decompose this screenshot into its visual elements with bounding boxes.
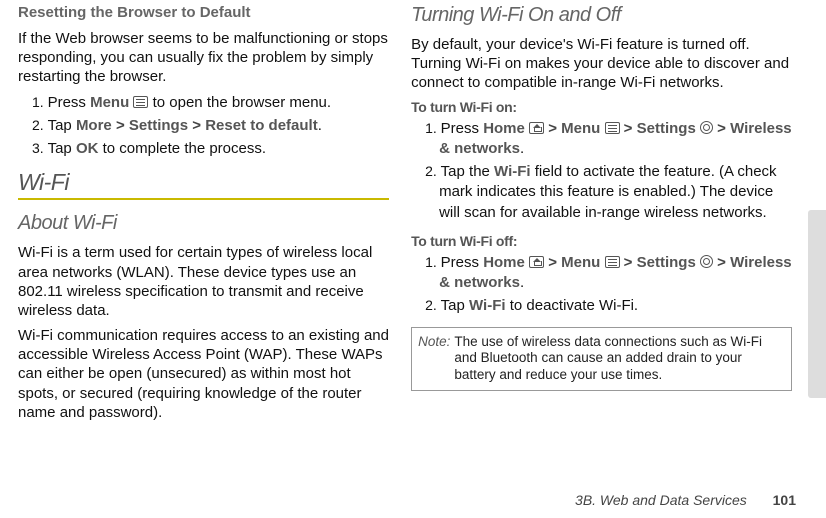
text: Tap — [441, 297, 469, 314]
ui-menu: Menu — [561, 120, 600, 137]
menu-icon — [133, 96, 148, 108]
left-column: Resetting the Browser to Default If the … — [18, 4, 405, 510]
step-num: 3. — [32, 140, 48, 156]
menu-icon — [605, 256, 620, 268]
text: Press — [441, 120, 484, 137]
on-steps: 1. Press Home > Menu > Settings > Wirele… — [411, 119, 792, 223]
note-box: Note: The use of wireless data connectio… — [411, 327, 792, 392]
ui-settings: Settings — [129, 117, 188, 134]
ui-more: More — [76, 117, 112, 134]
step-num: 1. — [32, 94, 48, 110]
on-step-2: 2. Tap the Wi-Fi field to activate the f… — [425, 162, 792, 223]
text: to complete the process. — [98, 140, 266, 157]
turn-body: By default, your device's Wi-Fi feature … — [411, 35, 792, 93]
step-num: 1. — [425, 120, 441, 136]
step-1: 1. Press Menu to open the browser menu. — [32, 93, 393, 113]
label-turn-on: To turn Wi-Fi on: — [411, 99, 792, 115]
about-p1: Wi-Fi is a term used for certain types o… — [18, 243, 393, 320]
text: Press — [441, 254, 484, 271]
ui-wifi: Wi-Fi — [494, 163, 531, 180]
menu-icon — [605, 122, 620, 134]
ui-menu: Menu — [90, 94, 129, 111]
gt: > — [713, 120, 730, 137]
gt: > — [544, 120, 561, 137]
text: . — [520, 140, 524, 157]
gt: > — [620, 120, 637, 137]
step-num: 1. — [425, 254, 441, 270]
text: to deactivate Wi-Fi. — [506, 297, 639, 314]
note-label: Note: — [418, 334, 450, 385]
step-num: 2. — [425, 297, 441, 313]
reset-steps: 1. Press Menu to open the browser menu. … — [18, 93, 393, 160]
step-num: 2. — [32, 117, 48, 133]
about-p2: Wi-Fi communication requires access to a… — [18, 326, 393, 422]
text: Tap — [48, 140, 76, 157]
step-num: 2. — [425, 163, 441, 179]
text: Press — [48, 94, 91, 111]
ui-settings: Settings — [637, 254, 696, 271]
settings-icon — [700, 121, 713, 134]
home-icon — [529, 256, 544, 268]
text: . — [520, 274, 524, 291]
heading-turning-wifi: Turning Wi-Fi On and Off — [411, 4, 792, 27]
right-column: Turning Wi-Fi On and Off By default, you… — [405, 4, 792, 510]
gt: > — [544, 254, 561, 271]
gt: > — [620, 254, 637, 271]
text: to open the browser menu. — [148, 94, 331, 111]
heading-about-wifi: About Wi-Fi — [18, 212, 393, 235]
settings-icon — [700, 255, 713, 268]
ui-wifi: Wi-Fi — [469, 297, 506, 314]
ui-reset-default: Reset to default — [205, 117, 318, 134]
text: Tap — [48, 117, 76, 134]
step-3: 3. Tap OK to complete the process. — [32, 139, 393, 159]
off-step-1: 1. Press Home > Menu > Settings > Wirele… — [425, 253, 792, 294]
ui-settings: Settings — [637, 120, 696, 137]
step-2: 2. Tap More > Settings > Reset to defaul… — [32, 116, 393, 136]
page-number: 101 — [773, 492, 796, 508]
gt: > — [713, 254, 730, 271]
footer: 3B. Web and Data Services 101 — [575, 492, 796, 508]
home-icon — [529, 122, 544, 134]
text: . — [318, 117, 322, 134]
ui-menu: Menu — [561, 254, 600, 271]
off-steps: 1. Press Home > Menu > Settings > Wirele… — [411, 253, 792, 317]
gt: > — [112, 117, 129, 134]
gt: > — [188, 117, 205, 134]
heading-rule — [18, 198, 389, 200]
ui-home: Home — [483, 120, 525, 137]
off-step-2: 2. Tap Wi-Fi to deactivate Wi-Fi. — [425, 296, 792, 316]
label-turn-off: To turn Wi-Fi off: — [411, 233, 792, 249]
ui-ok: OK — [76, 140, 99, 157]
on-step-1: 1. Press Home > Menu > Settings > Wirele… — [425, 119, 792, 160]
side-tab — [808, 210, 826, 398]
heading-reset-browser: Resetting the Browser to Default — [18, 4, 393, 21]
page: Resetting the Browser to Default If the … — [0, 0, 826, 518]
ui-home: Home — [483, 254, 525, 271]
footer-title: 3B. Web and Data Services — [575, 492, 747, 508]
heading-wifi: Wi-Fi — [18, 169, 393, 196]
reset-body: If the Web browser seems to be malfuncti… — [18, 29, 393, 87]
text: Tap the — [441, 163, 494, 180]
note-body: The use of wireless data connections suc… — [454, 334, 785, 385]
